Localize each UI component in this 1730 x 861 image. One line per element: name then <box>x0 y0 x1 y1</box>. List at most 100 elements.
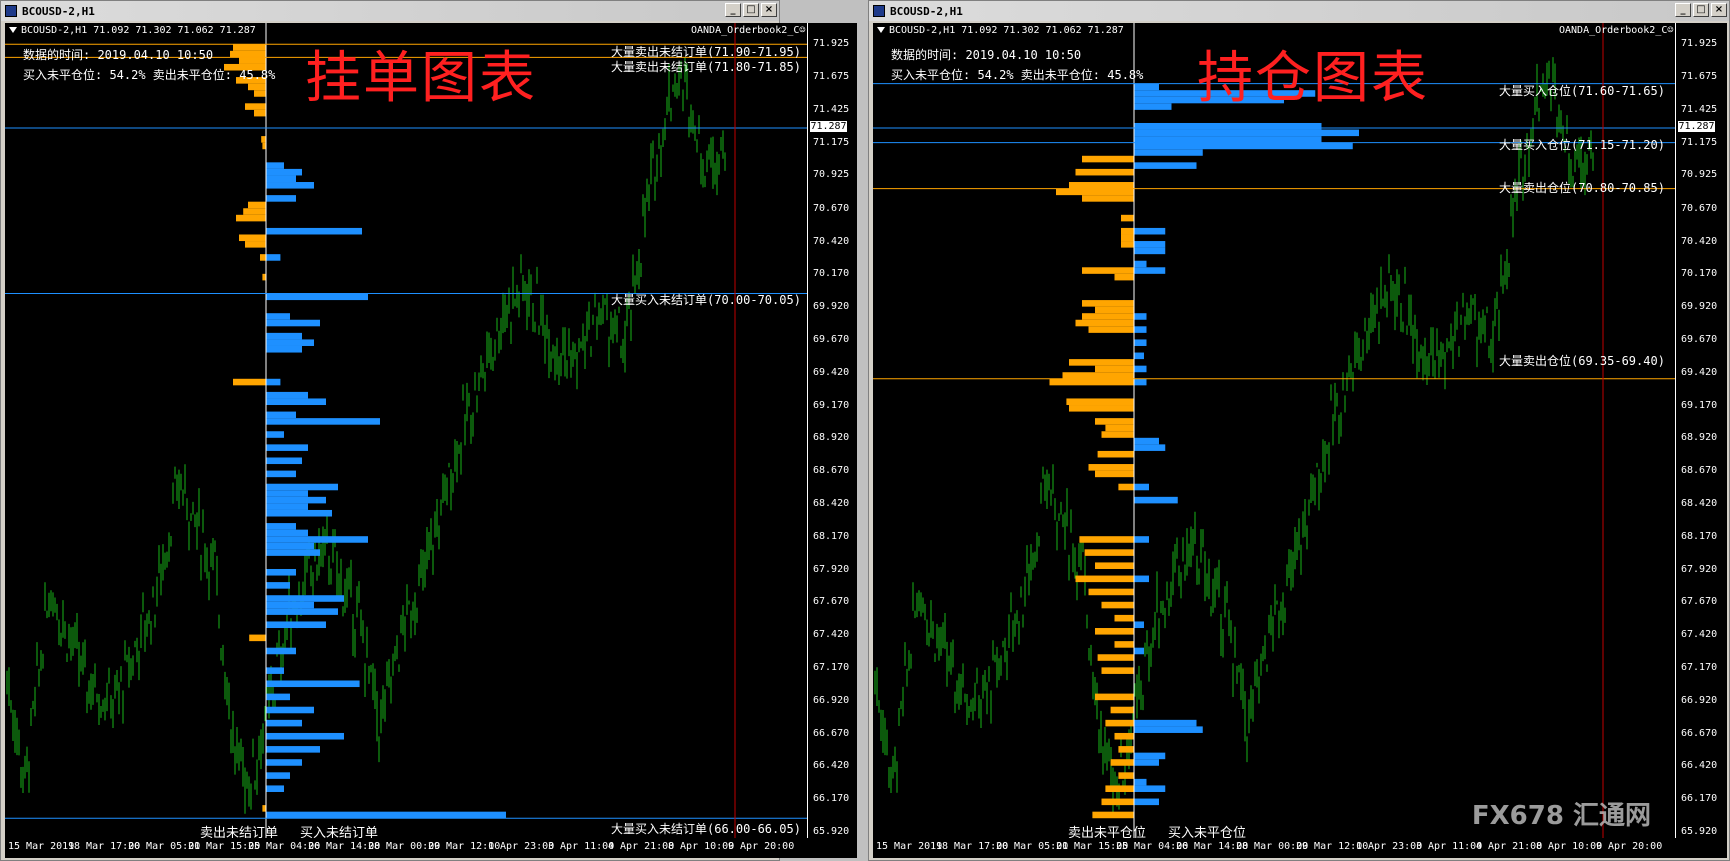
long-position-bar <box>1134 352 1144 360</box>
price-tick-label: 67.920 <box>1681 563 1718 575</box>
price-tick-label: 70.420 <box>813 235 850 247</box>
short-position-bar <box>1118 483 1134 491</box>
price-tick-label: 70.420 <box>1681 235 1718 247</box>
short-position-bar <box>1062 372 1134 379</box>
price-tick-label: 68.170 <box>813 530 850 542</box>
right-time-axis[interactable]: 15 Mar 2019 18 Mar 17:00 20 Mar 05:00 21 Ma… <box>873 838 1727 858</box>
time-tick-label: 15 Mar 2019 <box>876 841 943 852</box>
minimize-icon[interactable]: _ <box>725 3 741 17</box>
short-position-bar <box>1095 365 1134 373</box>
short-position-bar <box>1121 241 1134 248</box>
price-tick-label: 69.670 <box>813 334 850 346</box>
price-tick-label: 69.420 <box>1681 366 1718 378</box>
close-icon[interactable]: × <box>761 3 777 17</box>
short-position-bar <box>1082 313 1134 320</box>
sell-order-bar <box>245 103 266 110</box>
price-tick-label: 66.170 <box>1681 793 1718 805</box>
right-chart-window[interactable]: BCOUSD-2,H1 _ □ × BCOUSD-2,H1 71.092 71.… <box>868 0 1730 861</box>
maximize-icon[interactable]: □ <box>743 3 759 17</box>
price-tick-label: 71.925 <box>813 38 850 50</box>
left-window-titlebar[interactable]: BCOUSD-2,H1 _ □ × <box>1 1 779 21</box>
long-position-bar <box>1134 378 1147 386</box>
buy-order-bar <box>266 549 320 556</box>
sell-order-bar <box>236 214 266 222</box>
right-info-ratio: 买入未平仓位: 54.2% 卖出未平仓位: 45.8% <box>891 68 1144 82</box>
left-level-label: 大量买入未结订单(70.00-70.05) <box>611 293 801 307</box>
price-tick-label: 71.425 <box>1681 103 1718 115</box>
short-position-bar <box>1118 772 1134 779</box>
price-tick-label: 69.920 <box>1681 301 1718 313</box>
time-tick-label: 4 Apr 21:00 <box>608 841 675 852</box>
short-position-bar <box>1121 234 1134 242</box>
long-position-bar <box>1134 647 1144 655</box>
time-tick-label: 8 Apr 10:00 <box>668 841 735 852</box>
short-position-bar <box>1101 601 1134 609</box>
long-position-bar <box>1134 313 1147 320</box>
short-position-bar <box>1095 693 1134 701</box>
long-position-bar <box>1134 798 1159 806</box>
buy-order-bar <box>266 444 308 451</box>
price-tick-label: 68.920 <box>813 432 850 444</box>
buy-order-bar <box>266 509 332 517</box>
long-position-bar <box>1134 136 1322 143</box>
long-position-bar <box>1134 83 1159 91</box>
long-position-bar <box>1134 103 1172 110</box>
right-window-titlebar[interactable]: BCOUSD-2,H1 _ □ × <box>869 1 1729 21</box>
short-position-bar <box>1056 188 1134 196</box>
right-chart-header: BCOUSD-2,H1 71.092 71.302 71.062 71.287 <box>877 25 1124 36</box>
sell-order-bar <box>233 378 266 386</box>
left-chart-header-text: BCOUSD-2,H1 71.092 71.302 71.062 71.287 <box>21 25 256 36</box>
long-position-bar <box>1134 129 1359 137</box>
long-position-bar <box>1134 267 1166 274</box>
right-price-axis[interactable]: 71.925 71.675 71.425 71.175 70.925 70.670 70.4… <box>1675 23 1727 838</box>
right-chart-area[interactable]: BCOUSD-2,H1 71.092 71.302 71.062 71.287 … <box>873 23 1675 838</box>
buy-order-bar <box>266 470 296 478</box>
long-position-bar <box>1134 759 1159 766</box>
long-position-bar <box>1134 162 1197 169</box>
buy-order-bar <box>266 772 290 779</box>
price-tick-label: 66.920 <box>813 694 850 706</box>
price-tick-label: 66.920 <box>1681 694 1718 706</box>
short-position-bar <box>1084 549 1134 556</box>
sell-order-bar <box>243 208 266 215</box>
buy-order-bar <box>266 195 296 202</box>
long-position-bar <box>1134 719 1197 727</box>
right-bottom-short-label: 卖出未平仓位 <box>1068 826 1147 838</box>
long-position-bar <box>1134 260 1147 268</box>
price-tick-label: 66.420 <box>813 760 850 772</box>
long-position-bar <box>1134 149 1203 156</box>
buy-order-bar <box>266 523 296 530</box>
buy-order-bar <box>266 719 302 727</box>
price-tick-label: 69.920 <box>813 301 850 313</box>
short-position-bar <box>1082 300 1134 307</box>
left-chart-area[interactable]: BCOUSD-2,H1 71.092 71.302 71.062 71.287 … <box>5 23 807 838</box>
chevron-down-icon[interactable] <box>9 27 17 33</box>
long-position-bar <box>1134 785 1166 792</box>
buy-order-bar <box>266 529 308 537</box>
right-level-label: 大量买入仓位(71.15-71.20) <box>1499 138 1665 152</box>
long-position-bar <box>1134 778 1147 786</box>
buy-order-bar <box>266 568 296 576</box>
buy-order-bar <box>266 391 308 399</box>
left-time-axis[interactable]: 15 Mar 2019 18 Mar 17:00 20 Mar 05:00 21 Ma… <box>5 838 857 858</box>
minimize-icon[interactable]: _ <box>1675 3 1691 17</box>
short-position-bar <box>1088 588 1134 596</box>
time-tick-label: 3 Apr 11:00 <box>548 841 615 852</box>
chevron-down-icon[interactable] <box>877 27 885 33</box>
close-icon[interactable]: × <box>1711 3 1727 17</box>
price-tick-label: 71.175 <box>813 136 850 148</box>
buy-order-bar <box>266 746 320 753</box>
left-chart-window[interactable]: BCOUSD-2,H1 _ □ × BCOUSD-2,H1 71.092 71.… <box>0 0 857 861</box>
long-position-bar <box>1134 247 1166 255</box>
left-price-axis[interactable]: 71.925 71.675 71.425 71.175 70.925 70.670 70.4… <box>807 23 857 838</box>
buy-order-bar <box>266 227 362 235</box>
short-position-bar <box>1105 719 1134 727</box>
short-position-bar <box>1105 424 1134 432</box>
maximize-icon[interactable]: □ <box>1693 3 1709 17</box>
price-tick-label: 68.420 <box>813 498 850 510</box>
sell-order-bar <box>233 44 266 51</box>
price-tick-label: 68.670 <box>1681 465 1718 477</box>
long-position-bar <box>1134 326 1147 333</box>
right-level-label: 大量买入仓位(71.60-71.65) <box>1499 84 1665 98</box>
current-price-tag: 71.287 <box>810 120 847 132</box>
